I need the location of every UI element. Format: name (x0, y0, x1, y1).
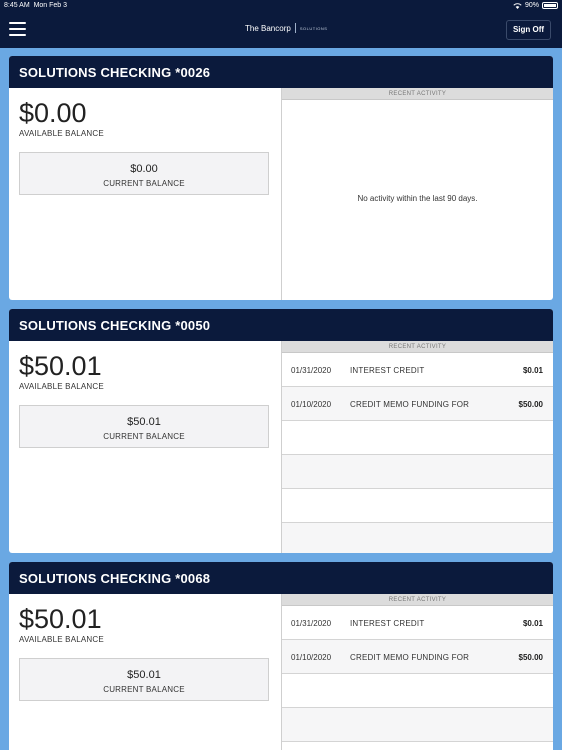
hamburger-menu-icon[interactable] (9, 22, 26, 36)
balance-panel: $50.01 AVAILABLE BALANCE $50.01 CURRENT … (9, 341, 281, 553)
current-balance: $0.00 (130, 163, 158, 175)
recent-activity-header: RECENT ACTIVITY (282, 88, 553, 100)
transaction-date: 01/10/2020 (291, 400, 332, 409)
transaction-row[interactable]: 01/10/2020 CREDIT MEMO FUNDING FOR $50.0… (282, 640, 553, 674)
no-activity-message: No activity within the last 90 days. (357, 194, 478, 203)
available-balance: $50.01 (19, 351, 102, 381)
available-balance: $0.00 (19, 98, 87, 128)
transaction-row[interactable]: 01/10/2020 CREDIT MEMO FUNDING FOR $50.0… (282, 387, 553, 421)
transaction-description: INTEREST CREDIT (350, 619, 425, 628)
status-indicators: 90% (513, 2, 558, 9)
status-bar: 8:45 AM Mon Feb 3 90% (0, 0, 562, 12)
recent-activity-header: RECENT ACTIVITY (282, 594, 553, 606)
account-title[interactable]: SOLUTIONS CHECKING *0068 (9, 562, 553, 594)
top-nav: The Bancorp SOLUTIONS Sign Off (0, 12, 562, 48)
transaction-row[interactable]: 01/31/2020 INTEREST CREDIT $0.01 (282, 353, 553, 387)
recent-activity-panel: RECENT ACTIVITY 01/31/2020 INTEREST CRED… (281, 341, 553, 553)
available-balance-label: AVAILABLE BALANCE (19, 382, 104, 391)
account-card-0050: SOLUTIONS CHECKING *0050 $50.01 AVAILABL… (9, 309, 553, 553)
balance-panel: $0.00 AVAILABLE BALANCE $0.00 CURRENT BA… (9, 88, 281, 300)
transaction-date: 01/31/2020 (291, 619, 332, 628)
status-time: 8:45 AM Mon Feb 3 (4, 2, 68, 9)
bancorp-logo: The Bancorp SOLUTIONS (245, 23, 327, 33)
transaction-description: CREDIT MEMO FUNDING FOR (350, 653, 470, 662)
transaction-description: INTEREST CREDIT (350, 366, 425, 375)
empty-row (282, 523, 553, 553)
available-balance: $50.01 (19, 604, 102, 634)
recent-activity-panel: RECENT ACTIVITY No activity within the l… (281, 88, 553, 300)
empty-row (282, 455, 553, 489)
current-balance-label: CURRENT BALANCE (103, 432, 185, 441)
balance-panel: $50.01 AVAILABLE BALANCE $50.01 CURRENT … (9, 594, 281, 750)
battery-percent: 90% (524, 2, 539, 9)
transaction-amount: $0.01 (522, 366, 543, 375)
transaction-amount: $50.00 (518, 653, 543, 662)
sign-off-button[interactable]: Sign Off (506, 20, 551, 40)
current-balance: $50.01 (127, 416, 161, 428)
wifi-icon (513, 2, 522, 9)
available-balance-label: AVAILABLE BALANCE (19, 635, 104, 644)
transaction-amount: $50.00 (518, 400, 543, 409)
transaction-date: 01/31/2020 (291, 366, 332, 375)
transaction-row[interactable]: 01/31/2020 INTEREST CREDIT $0.01 (282, 606, 553, 640)
empty-row (282, 489, 553, 523)
transaction-date: 01/10/2020 (291, 653, 332, 662)
account-title[interactable]: SOLUTIONS CHECKING *0026 (9, 56, 553, 88)
transaction-description: CREDIT MEMO FUNDING FOR (350, 400, 470, 409)
current-balance: $50.01 (127, 669, 161, 681)
current-balance-label: CURRENT BALANCE (103, 179, 185, 188)
battery-icon (542, 2, 558, 9)
current-balance-box: $50.01 CURRENT BALANCE (19, 405, 269, 448)
logo-brand: The Bancorp (245, 23, 291, 33)
recent-activity-header: RECENT ACTIVITY (282, 341, 553, 353)
current-balance-box: $0.00 CURRENT BALANCE (19, 152, 269, 195)
current-balance-label: CURRENT BALANCE (103, 685, 185, 694)
account-card-0068: SOLUTIONS CHECKING *0068 $50.01 AVAILABL… (9, 562, 553, 750)
recent-activity-panel: RECENT ACTIVITY 01/31/2020 INTEREST CRED… (281, 594, 553, 750)
account-card-0026: SOLUTIONS CHECKING *0026 $0.00 AVAILABLE… (9, 56, 553, 300)
account-title[interactable]: SOLUTIONS CHECKING *0050 (9, 309, 553, 341)
empty-row (282, 421, 553, 455)
available-balance-label: AVAILABLE BALANCE (19, 129, 104, 138)
transaction-amount: $0.01 (522, 619, 543, 628)
logo-sub: SOLUTIONS (299, 25, 328, 31)
current-balance-box: $50.01 CURRENT BALANCE (19, 658, 269, 701)
empty-row (282, 708, 553, 742)
empty-row (282, 674, 553, 708)
logo-divider (294, 23, 296, 33)
